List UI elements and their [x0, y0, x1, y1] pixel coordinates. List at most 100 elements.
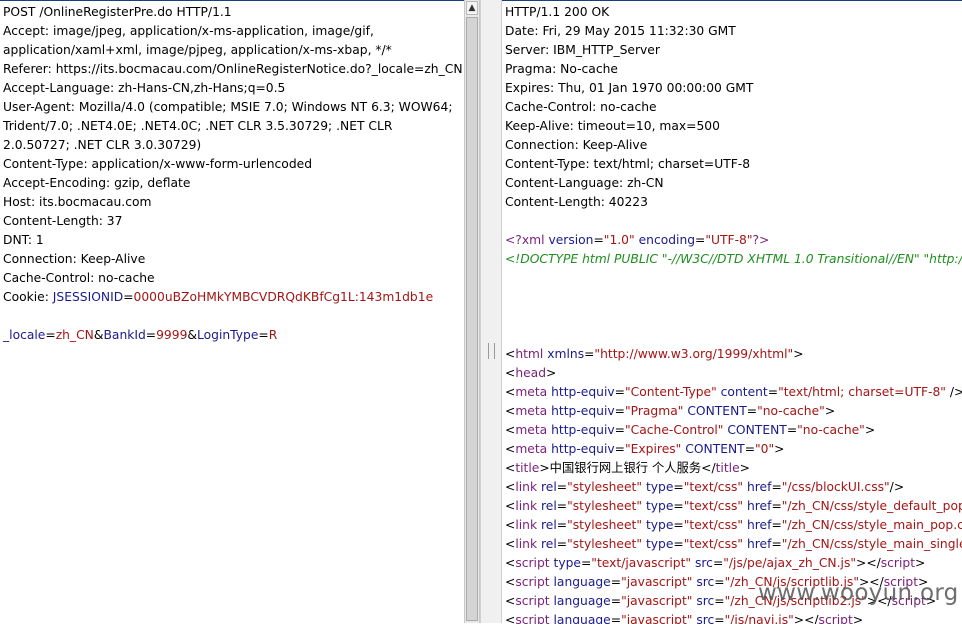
response-token: html: [515, 347, 548, 361]
response-token: href: [743, 480, 772, 494]
response-line: <meta http-equiv="Content-Type" content=…: [505, 383, 962, 402]
request-pane[interactable]: POST /OnlineRegisterPre.do HTTP/1.1 Accep…: [0, 0, 464, 624]
request-token: Referer: https://its.bocmacau.com/Online…: [3, 62, 463, 76]
response-token: meta: [515, 423, 552, 437]
response-token: />: [889, 480, 905, 494]
response-pane[interactable]: HTTP/1.1 200 OK Date: Fri, 29 May 2015 11…: [502, 0, 962, 624]
response-token: "stylesheet": [567, 499, 643, 513]
request-token: Trident/7.0; .NET4.0E; .NET4.0C; .NET CL…: [3, 119, 393, 133]
request-line: Accept: image/jpeg, application/x-ms-app…: [3, 22, 463, 41]
response-token: src: [692, 575, 715, 589]
response-token: "javascript": [621, 613, 693, 624]
scrollbar-thumb[interactable]: [466, 17, 478, 621]
response-line: <html xmlns="http://www.w3.org/1999/xhtm…: [505, 345, 962, 364]
response-token: Content-Language: zh-CN: [505, 176, 664, 190]
response-token: "/zh_CN/css/style_default_pop.css": [781, 499, 962, 513]
response-token: =: [614, 385, 625, 399]
request-token: Content-Length: 37: [3, 214, 123, 228]
response-token: CONTENT: [681, 442, 745, 456]
response-token: Server: IBM_HTTP_Server: [505, 43, 660, 57]
response-token: =: [771, 537, 782, 551]
request-line: User-Agent: Mozilla/4.0 (compatible; MSI…: [3, 98, 463, 117]
response-token: "Content-Type": [624, 385, 717, 399]
response-token: "UTF-8": [705, 233, 753, 247]
response-token: "/zh_CN/css/style_main_single.css": [781, 537, 962, 551]
response-line: <!DOCTYPE html PUBLIC "-//W3C//DTD XHTML…: [505, 250, 962, 269]
request-token: Connection: Keep-Alive: [3, 252, 146, 266]
response-token: link: [515, 480, 541, 494]
request-token: =: [45, 328, 56, 342]
response-token: <: [505, 385, 516, 399]
request-line: _locale=zh_CN&BankId=9999&LoginType=R: [3, 326, 463, 345]
response-token: />: [949, 385, 962, 399]
response-token: <: [505, 575, 516, 589]
request-line: application/xaml+xml, image/pjpeg, appli…: [3, 41, 463, 60]
response-token: >: [539, 461, 550, 475]
response-token: title: [515, 461, 540, 475]
pane-splitter[interactable]: [480, 0, 502, 623]
response-token: <?: [505, 233, 522, 247]
response-line: Pragma: No-cache: [505, 60, 962, 79]
response-token: =: [714, 575, 725, 589]
request-token: R: [268, 328, 278, 342]
response-token: type: [642, 480, 674, 494]
response-text[interactable]: HTTP/1.1 200 OK Date: Fri, 29 May 2015 11…: [505, 3, 962, 624]
response-token: =: [673, 499, 684, 513]
response-token: Date: Fri, 29 May 2015 11:32:30 GMT: [505, 24, 736, 38]
response-token: >: [824, 404, 836, 418]
request-token: Accept-Language: zh-Hans-CN,zh-Hans;q=0.…: [3, 81, 286, 95]
response-token: Connection: Keep-Alive: [505, 138, 648, 152]
response-token: version: [548, 233, 594, 247]
response-line: [505, 288, 962, 307]
response-token: Keep-Alive: timeout=10, max=500: [505, 119, 720, 133]
response-token: src: [691, 556, 713, 570]
response-token: "javascript": [621, 575, 693, 589]
response-token: <: [505, 442, 516, 456]
response-token: <: [505, 537, 516, 551]
request-line: [3, 307, 463, 326]
response-token: "Pragma": [624, 404, 684, 418]
response-token: =: [614, 404, 625, 418]
response-token: "text/css": [683, 480, 744, 494]
request-scrollbar[interactable]: ▲: [464, 0, 480, 623]
request-text[interactable]: POST /OnlineRegisterPre.do HTTP/1.1 Accep…: [3, 3, 463, 345]
response-token: Expires: Thu, 01 Jan 1970 00:00:00 GMT: [505, 81, 754, 95]
request-line: Content-Length: 37: [3, 212, 463, 231]
response-line: <link rel="stylesheet" type="text/css" h…: [505, 497, 962, 516]
splitter-grip-icon[interactable]: [488, 343, 495, 359]
response-token: >: [739, 461, 750, 475]
request-line: Cookie: JSESSIONID=0000uBZoHMkYMBCVDRQdK…: [3, 288, 463, 307]
request-token: Accept-Encoding: gzip, deflate: [3, 176, 191, 190]
response-token: rel: [540, 499, 557, 513]
response-token: script: [515, 594, 554, 608]
response-token: </: [701, 461, 716, 475]
response-token: encoding: [634, 233, 696, 247]
response-token: =: [610, 613, 622, 624]
response-token: =: [556, 518, 568, 532]
request-token: POST /OnlineRegisterPre.do HTTP/1.1: [3, 5, 232, 19]
request-token: =: [258, 328, 269, 342]
response-token: >: [546, 366, 557, 380]
response-token: >: [793, 347, 804, 361]
response-token: href: [743, 537, 772, 551]
request-token: =: [123, 290, 134, 304]
response-token: language: [553, 594, 611, 608]
response-token: =: [593, 233, 604, 247]
response-line: <link rel="stylesheet" type="text/css" h…: [505, 478, 962, 497]
response-token: >: [915, 556, 926, 570]
response-token: meta: [515, 442, 552, 456]
response-token: Pragma: No-cache: [505, 62, 618, 76]
response-token: =: [746, 404, 758, 418]
request-line: DNT: 1: [3, 231, 463, 250]
request-line: Content-Type: application/x-www-form-url…: [3, 155, 463, 174]
response-token: src: [692, 594, 715, 608]
response-token: "no-cache": [797, 423, 865, 437]
response-token: <: [505, 613, 516, 624]
response-token: "/js/navi.js": [724, 613, 794, 624]
response-line: Content-Type: text/html; charset=UTF-8: [505, 155, 962, 174]
response-line: [505, 269, 962, 288]
response-token: <: [505, 594, 516, 608]
response-token: ></: [856, 556, 881, 570]
response-token: "Expires": [624, 442, 682, 456]
scroll-up-arrow-icon[interactable]: ▲: [466, 1, 478, 15]
